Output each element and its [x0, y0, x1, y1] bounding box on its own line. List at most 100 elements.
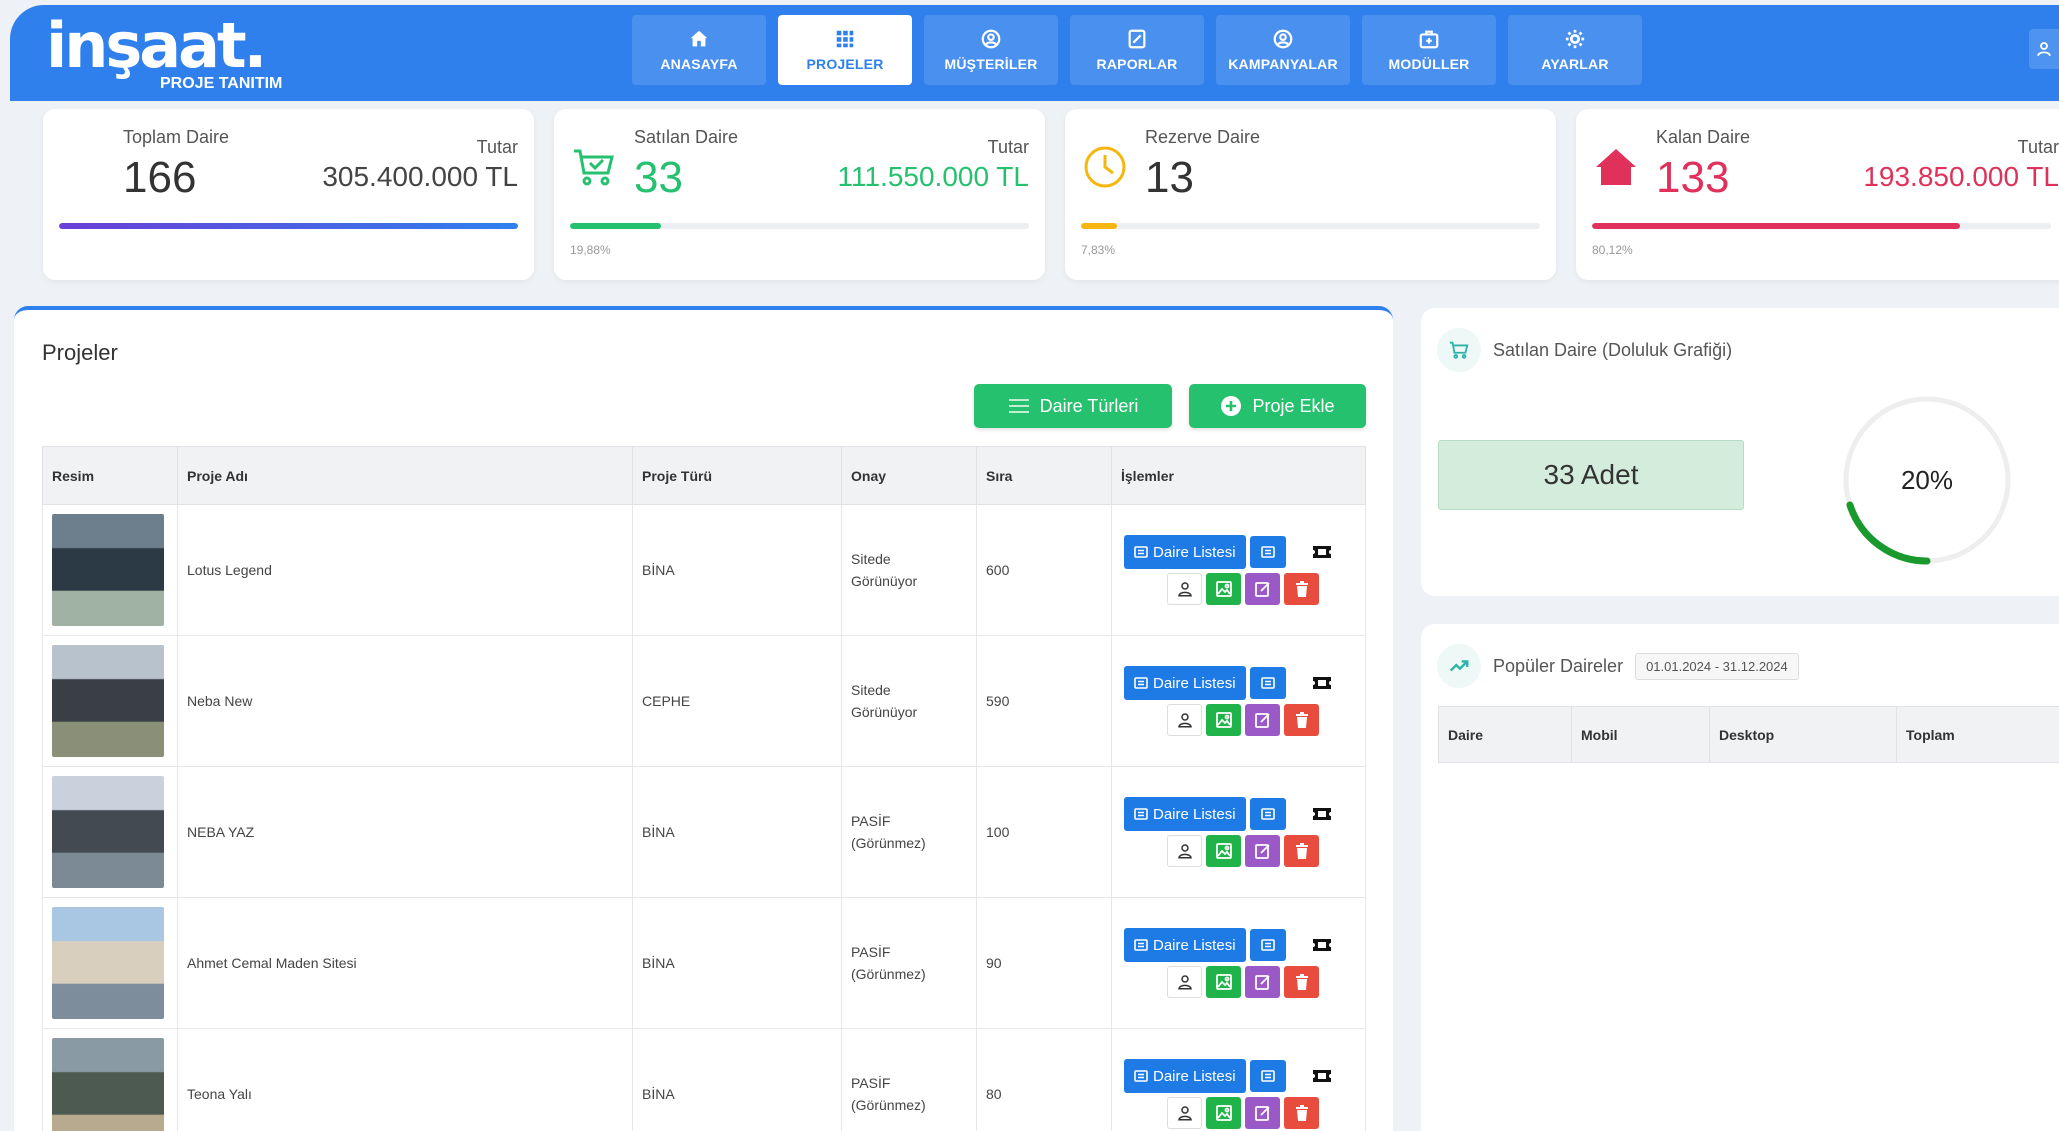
project-type: BİNA [632, 897, 842, 1029]
main-nav: ANASAYFA PROJELER MÜŞTERİLER RAPORLAR KA… [632, 15, 1642, 85]
nav-item-moduller[interactable]: MODÜLLER [1362, 15, 1496, 85]
sort-order: 90 [976, 897, 1112, 1029]
customer-button[interactable] [1167, 966, 1202, 998]
home-icon [690, 30, 708, 47]
button-label: Proje Ekle [1252, 395, 1335, 416]
column-header[interactable]: Proje Adı [177, 446, 633, 505]
column-header[interactable]: Sıra [976, 446, 1112, 505]
ticket-button[interactable] [1304, 667, 1340, 699]
ticket-button[interactable] [1304, 798, 1340, 830]
edit-button[interactable] [1245, 1097, 1280, 1129]
popular-apartments-card: Popüler Daireler 01.01.2024 - 31.12.2024… [1421, 624, 2059, 1131]
column-header[interactable]: Mobil [1571, 706, 1710, 763]
project-thumbnail[interactable] [52, 776, 164, 888]
apartment-list-button[interactable]: Daire Listesi [1124, 797, 1246, 831]
ticket-button[interactable] [1304, 1060, 1340, 1092]
delete-button[interactable] [1284, 1097, 1319, 1129]
image-cell [42, 504, 178, 636]
approval-line: (Görünmez) [851, 966, 926, 982]
add-project-button[interactable]: Proje Ekle [1189, 384, 1366, 428]
image-icon [1215, 843, 1232, 859]
ticket-button[interactable] [1304, 929, 1340, 961]
details-button[interactable] [1249, 929, 1286, 961]
nav-item-anasayfa[interactable]: ANASAYFA [632, 15, 766, 85]
nav-item-musteriler[interactable]: MÜŞTERİLER [924, 15, 1058, 85]
list-icon [1134, 808, 1148, 820]
nav-item-raporlar[interactable]: RAPORLAR [1070, 15, 1204, 85]
project-thumbnail[interactable] [52, 907, 164, 1019]
image-cell [42, 766, 178, 898]
delete-button[interactable] [1284, 704, 1319, 736]
list-icon [1134, 1070, 1148, 1082]
project-thumbnail[interactable] [52, 1038, 164, 1131]
gallery-button[interactable] [1206, 835, 1241, 867]
column-header[interactable]: Onay [841, 446, 977, 505]
column-header[interactable]: Resim [42, 446, 178, 505]
details-button[interactable] [1249, 798, 1286, 830]
gallery-button[interactable] [1206, 966, 1241, 998]
image-icon [1215, 1105, 1232, 1121]
project-type: BİNA [632, 1028, 842, 1131]
list-icon [1260, 677, 1275, 689]
project-thumbnail[interactable] [52, 514, 164, 626]
delete-button[interactable] [1284, 966, 1319, 998]
apartment-list-button[interactable]: Daire Listesi [1124, 928, 1246, 962]
column-header[interactable]: Desktop [1709, 706, 1897, 763]
apartment-list-button[interactable]: Daire Listesi [1124, 666, 1246, 700]
edit-button[interactable] [1245, 835, 1280, 867]
approval-line: PASİF [851, 944, 891, 960]
column-header[interactable]: Proje Türü [632, 446, 842, 505]
list-icon [1260, 1070, 1275, 1082]
ticket-icon [1312, 1070, 1331, 1082]
column-header[interactable]: Toplam [1896, 706, 2059, 763]
nav-item-projeler[interactable]: PROJELER [778, 15, 912, 85]
approval-line: (Görünmez) [851, 835, 926, 851]
progress-percent: 7,83% [1081, 243, 1116, 257]
edit-button[interactable] [1245, 704, 1280, 736]
table-row: Teona Yalı BİNA PASİF (Görünmez) 80 Daire… [42, 1028, 1366, 1131]
actions-cell: Daire Listesi [1111, 635, 1366, 767]
table-row: Ahmet Cemal Maden Sitesi BİNA PASİF (Görü… [42, 897, 1366, 1029]
details-button[interactable] [1249, 536, 1286, 568]
customer-button[interactable] [1167, 1097, 1202, 1129]
delete-button[interactable] [1284, 835, 1319, 867]
gauge-percent: 20% [1901, 465, 1953, 495]
nav-item-ayarlar[interactable]: AYARLAR [1508, 15, 1642, 85]
plus-circle-icon [1221, 396, 1242, 416]
progress-bar [1592, 223, 2051, 229]
stat-card-total: Toplam Daire 166 Tutar 305.400.000 TL [43, 109, 534, 280]
customer-button[interactable] [1167, 573, 1202, 605]
edit-button[interactable] [1245, 966, 1280, 998]
ticket-button[interactable] [1304, 536, 1340, 568]
logo[interactable]: inşaat. PROJE TANITIM [46, 13, 282, 93]
card-title: Popüler Daireler [1493, 655, 1624, 676]
amount-value: 111.550.000 TL [837, 161, 1029, 192]
gallery-button[interactable] [1206, 573, 1241, 605]
details-button[interactable] [1249, 1060, 1286, 1092]
details-button[interactable] [1249, 667, 1286, 699]
column-header[interactable]: İşlemler [1111, 446, 1366, 505]
date-range-picker[interactable]: 01.01.2024 - 31.12.2024 [1635, 652, 1799, 680]
column-header[interactable]: Daire [1438, 706, 1572, 763]
user-menu-button[interactable] [2029, 29, 2059, 69]
progress-bar [570, 223, 1029, 229]
customer-button[interactable] [1167, 704, 1202, 736]
gallery-button[interactable] [1206, 704, 1241, 736]
delete-button[interactable] [1284, 573, 1319, 605]
apartment-types-button[interactable]: Daire Türleri [974, 384, 1172, 428]
project-type: BİNA [632, 766, 842, 898]
nav-label: MODÜLLER [1388, 56, 1470, 72]
project-type: BİNA [632, 504, 842, 636]
customer-button[interactable] [1167, 835, 1202, 867]
button-label: Daire Listesi [1153, 805, 1236, 823]
image-cell [42, 897, 178, 1029]
nav-item-kampanyalar[interactable]: KAMPANYALAR [1216, 15, 1350, 85]
list-icon [1134, 546, 1148, 558]
list-icon [1134, 677, 1148, 689]
project-thumbnail[interactable] [52, 645, 164, 757]
projects-panel: Projeler Daire Türleri Proje Ekle Resim … [14, 306, 1393, 1131]
apartment-list-button[interactable]: Daire Listesi [1124, 535, 1246, 569]
edit-button[interactable] [1245, 573, 1280, 605]
apartment-list-button[interactable]: Daire Listesi [1124, 1059, 1246, 1093]
gallery-button[interactable] [1206, 1097, 1241, 1129]
